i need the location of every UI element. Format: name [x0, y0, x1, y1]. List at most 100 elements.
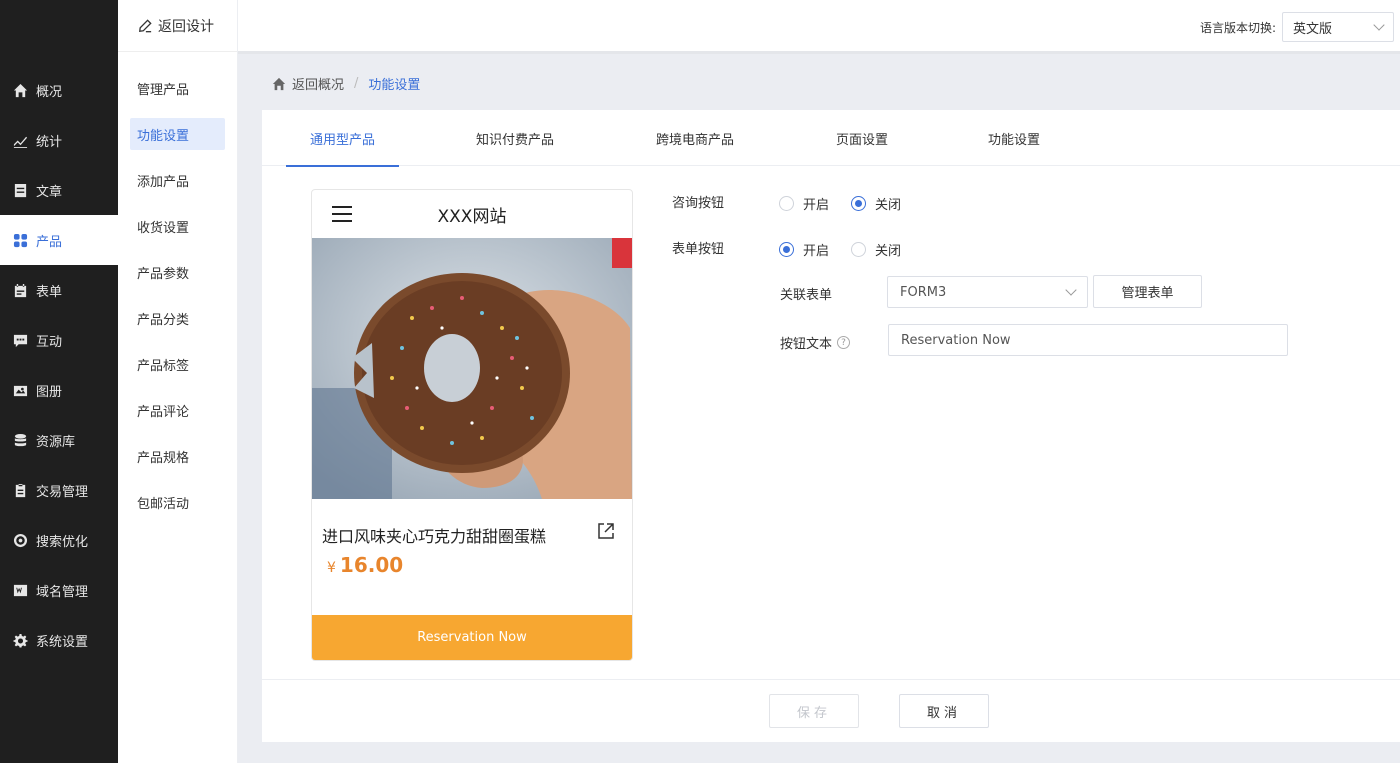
cancel-button[interactable]: 取消 [899, 694, 989, 728]
link-form-select[interactable]: FORM3 [887, 276, 1088, 308]
radio-label: 关闭 [875, 198, 902, 213]
sub-item-product-params[interactable]: 产品参数 [130, 256, 225, 288]
share-icon[interactable] [596, 521, 616, 545]
price-value: 16.00 [339, 553, 404, 577]
save-button[interactable]: 保存 [769, 694, 859, 728]
grid-icon [12, 232, 28, 248]
form-radio-group: 开启 关闭 [779, 240, 923, 259]
sub-item-free-shipping[interactable]: 包邮活动 [130, 486, 225, 518]
chart-icon [12, 132, 28, 148]
calendar-icon [12, 282, 28, 298]
tab-bar: 通用型产品 知识付费产品 跨境电商产品 页面设置 功能设置 [262, 110, 1400, 167]
button-text-input[interactable]: Reservation Now [888, 324, 1288, 356]
sub-sidebar: 返回设计 管理产品 功能设置 添加产品 收货设置 产品参数 产品分类 产品标签 … [118, 0, 238, 763]
radio-label: 开启 [803, 244, 830, 259]
sidebar-item-interaction[interactable]: 互动 [0, 315, 118, 365]
sidebar-item-label: 表单 [36, 284, 63, 300]
sidebar-item-label: 统计 [36, 134, 63, 150]
sidebar-item-seo[interactable]: 搜索优化 [0, 515, 118, 565]
sidebar-item-articles[interactable]: 文章 [0, 165, 118, 215]
chevron-down-icon [1373, 19, 1385, 31]
help-icon[interactable]: ? [837, 336, 851, 349]
sidebar-item-stats[interactable]: 统计 [0, 115, 118, 165]
sidebar-item-label: 域名管理 [36, 584, 89, 600]
consult-on-radio[interactable]: 开启 [779, 194, 829, 213]
album-icon [12, 382, 28, 398]
product-price: ¥16.00 [312, 547, 632, 583]
form-off-radio[interactable]: 关闭 [851, 240, 901, 259]
radio-label: 关闭 [875, 244, 902, 259]
breadcrumb-separator: / [354, 76, 359, 91]
language-switcher: 语言版本切换: 英文版 [1200, 12, 1394, 42]
sidebar-item-transactions[interactable]: 交易管理 [0, 465, 118, 515]
sub-item-function-settings[interactable]: 功能设置 [130, 118, 225, 150]
donut-illustration [312, 238, 632, 499]
sidebar-item-albums[interactable]: 图册 [0, 365, 118, 415]
tab-knowledge-product[interactable]: 知识付费产品 [476, 110, 554, 166]
currency-symbol: ¥ [327, 560, 336, 576]
consult-label: 咨询按钮 [672, 196, 725, 211]
sub-item-product-tags[interactable]: 产品标签 [130, 348, 225, 380]
sidebar-item-label: 产品 [36, 234, 63, 250]
action-footer: 保存 取消 [262, 679, 1400, 742]
home-icon [272, 77, 286, 91]
sidebar-item-products[interactable]: 产品 [0, 215, 118, 265]
sidebar-item-label: 搜索优化 [36, 534, 89, 550]
radio-label: 开启 [803, 198, 830, 213]
home-icon [12, 82, 28, 98]
sub-item-product-specs[interactable]: 产品规格 [130, 440, 225, 472]
article-icon [12, 182, 28, 198]
consult-button-row: 咨询按钮 [672, 192, 724, 211]
link-form-label: 关联表单 [780, 288, 833, 303]
product-title-text: 进口风味夹心巧克力甜甜圈蛋糕 [322, 527, 547, 546]
sidebar-item-forms[interactable]: 表单 [0, 265, 118, 315]
preview-header: XXX网站 [312, 190, 632, 238]
sidebar-item-label: 系统设置 [36, 634, 89, 650]
sub-item-shipping-settings[interactable]: 收货设置 [130, 210, 225, 242]
edit-icon [138, 18, 152, 33]
radio-dot [851, 242, 867, 257]
tab-crossborder-product[interactable]: 跨境电商产品 [656, 110, 734, 166]
form-on-radio[interactable]: 开启 [779, 240, 829, 259]
back-label: 返回设计 [158, 18, 214, 35]
product-image [312, 238, 632, 499]
form-label: 表单按钮 [672, 242, 725, 257]
tab-function-settings[interactable]: 功能设置 [988, 110, 1040, 166]
database-icon [12, 432, 28, 448]
sub-item-manage-products[interactable]: 管理产品 [130, 72, 225, 104]
button-text-label: 按钮文本 [780, 337, 833, 352]
sidebar-item-domains[interactable]: 域名管理 [0, 565, 118, 615]
product-title: 进口风味夹心巧克力甜甜圈蛋糕 [312, 499, 632, 547]
clipboard-icon [12, 482, 28, 498]
sub-item-product-reviews[interactable]: 产品评论 [130, 394, 225, 426]
mobile-preview: XXX网站 进口风味夹心巧克力甜甜圈蛋糕 ¥ 16.00 Reservation… [311, 189, 633, 661]
sidebar-item-label: 概况 [36, 84, 63, 100]
sidebar-item-label: 文章 [36, 184, 63, 200]
main-sidebar: 概况 统计 文章 产品 表单 互动 图册 资源库 交易管理 搜索优化 域名管理 [0, 0, 118, 763]
consult-radio-group: 开启 关闭 [779, 194, 923, 213]
sidebar-item-label: 交易管理 [36, 484, 89, 500]
link-form-value: FORM3 [900, 284, 947, 300]
breadcrumb: 返回概况 / 功能设置 [272, 74, 420, 93]
menu-icon[interactable] [332, 206, 352, 222]
sidebar-item-overview[interactable]: 概况 [0, 65, 118, 115]
language-select[interactable]: 英文版 [1282, 12, 1394, 42]
gear-icon [12, 632, 28, 648]
sidebar-item-resources[interactable]: 资源库 [0, 415, 118, 465]
reservation-button[interactable]: Reservation Now [312, 615, 632, 660]
sub-item-add-product[interactable]: 添加产品 [130, 164, 225, 196]
sidebar-item-label: 互动 [36, 334, 63, 350]
sub-menu: 管理产品 功能设置 添加产品 收货设置 产品参数 产品分类 产品标签 产品评论 … [118, 52, 237, 518]
tab-general-product[interactable]: 通用型产品 [285, 110, 400, 167]
breadcrumb-home-link[interactable]: 返回概况 [292, 74, 344, 93]
sidebar-item-label: 资源库 [36, 434, 76, 450]
breadcrumb-current: 功能设置 [368, 78, 421, 93]
sub-item-product-categories[interactable]: 产品分类 [130, 302, 225, 334]
manage-form-button[interactable]: 管理表单 [1093, 275, 1202, 308]
language-value: 英文版 [1293, 21, 1333, 37]
back-to-design-link[interactable]: 返回设计 [118, 0, 237, 52]
sidebar-item-settings[interactable]: 系统设置 [0, 615, 118, 665]
consult-off-radio[interactable]: 关闭 [851, 194, 901, 213]
tab-page-settings[interactable]: 页面设置 [836, 110, 888, 166]
radio-dot [779, 196, 794, 211]
